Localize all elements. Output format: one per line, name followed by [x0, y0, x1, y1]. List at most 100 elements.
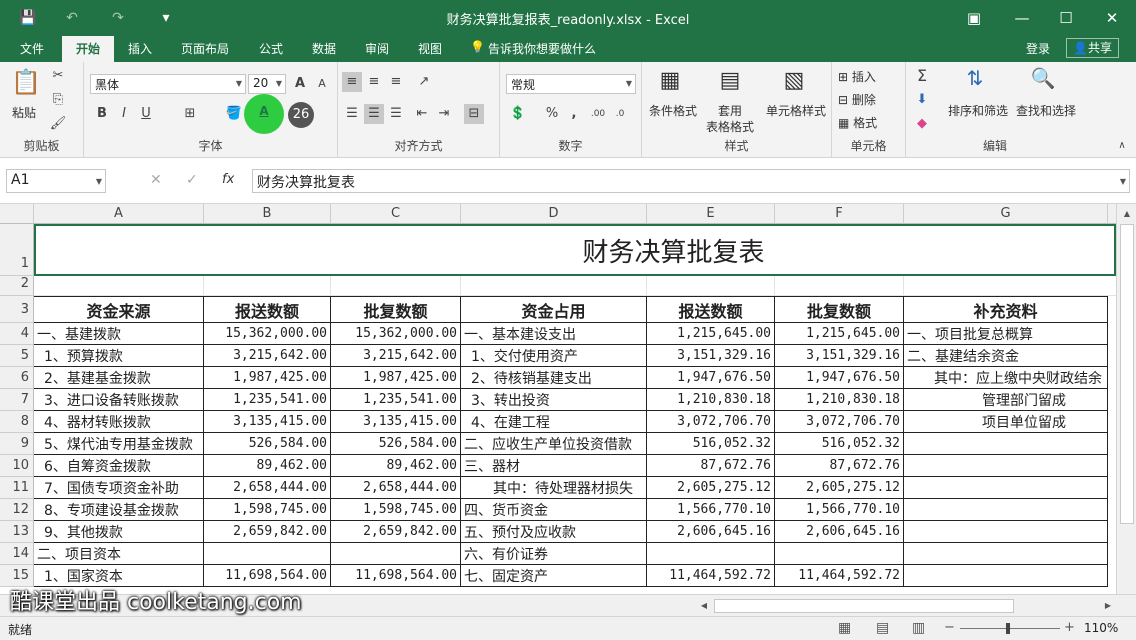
table-cell[interactable]	[331, 543, 461, 565]
table-cell[interactable]	[904, 565, 1108, 587]
table-cell[interactable]: 1,598,745.00	[331, 499, 461, 521]
sort-filter-button[interactable]: 排序和筛选	[944, 102, 1012, 119]
table-cell[interactable]: 一、项目批复总概算	[904, 323, 1108, 345]
column-header-g[interactable]: G	[904, 204, 1108, 224]
column-header-d[interactable]: D	[461, 204, 647, 224]
cell-styles-button[interactable]: 单元格样式	[760, 102, 832, 119]
table-cell[interactable]: 1,215,645.00	[775, 323, 904, 345]
table-cell[interactable]: 项目单位留成	[904, 411, 1108, 433]
table-cell[interactable]	[904, 455, 1108, 477]
table-cell[interactable]: 四、货币资金	[461, 499, 647, 521]
table-cell[interactable]: 1,566,770.10	[647, 499, 775, 521]
table-cell[interactable]: 3,215,642.00	[204, 345, 331, 367]
enter-icon[interactable]: ✓	[186, 172, 198, 188]
table-cell[interactable]	[647, 543, 775, 565]
table-cell[interactable]: 3、进口设备转账拨款	[34, 389, 204, 411]
table-cell[interactable]: 11,464,592.72	[647, 565, 775, 587]
column-header-h[interactable]	[1108, 204, 1116, 224]
tab-data[interactable]: 数据	[312, 40, 336, 57]
header-cell[interactable]: 批复数额	[331, 296, 461, 323]
table-cell[interactable]	[904, 521, 1108, 543]
table-cell[interactable]: 89,462.00	[204, 455, 331, 477]
sheet-title-cell[interactable]: 财务决算批复表	[34, 224, 1116, 276]
table-cell[interactable]: 2,605,275.12	[775, 477, 904, 499]
table-cell[interactable]: 3,072,706.70	[775, 411, 904, 433]
table-cell[interactable]: 六、有价证券	[461, 543, 647, 565]
tab-file[interactable]: 文件	[20, 40, 44, 57]
table-cell[interactable]: 2,658,444.00	[331, 477, 461, 499]
table-cell[interactable]	[204, 543, 331, 565]
delete-cells-button[interactable]: ⊟ 删除	[838, 91, 876, 108]
table-cell[interactable]: 4、器材转账拨款	[34, 411, 204, 433]
row-header[interactable]: 9	[0, 433, 34, 455]
header-cell[interactable]: 批复数额	[775, 296, 904, 323]
decrease-decimal-icon[interactable]: .0	[610, 104, 630, 124]
row-header[interactable]: 5	[0, 345, 34, 367]
row-header[interactable]: 12	[0, 499, 34, 521]
shrink-font-button[interactable]: A	[312, 74, 332, 94]
table-cell[interactable]: 15,362,000.00	[204, 323, 331, 345]
autosum-button[interactable]: Σ	[912, 66, 932, 86]
format-cells-button[interactable]: ▦ 格式	[838, 114, 877, 131]
ribbon-display-icon[interactable]: ▣	[962, 6, 986, 30]
table-cell[interactable]: 三、器材	[461, 455, 647, 477]
name-box[interactable]: A1 ▼	[6, 169, 106, 193]
align-center-icon[interactable]: ☰	[364, 104, 384, 124]
table-cell[interactable]: 2,605,275.12	[647, 477, 775, 499]
table-cell[interactable]: 1,987,425.00	[331, 367, 461, 389]
table-cell[interactable]	[775, 543, 904, 565]
select-all-corner[interactable]	[0, 204, 34, 224]
close-icon[interactable]: ✕	[1100, 6, 1124, 30]
row-header[interactable]: 14	[0, 543, 34, 565]
borders-icon[interactable]: ⊞	[180, 104, 200, 124]
table-cell[interactable]: 一、基本建设支出	[461, 323, 647, 345]
bold-button[interactable]: B	[92, 104, 112, 124]
find-select-button[interactable]: 查找和选择	[1012, 102, 1080, 119]
fill-color-icon[interactable]: 🪣	[224, 104, 244, 124]
table-cell[interactable]: 1,210,830.18	[647, 389, 775, 411]
table-cell[interactable]: 其中：待处理器材损失	[461, 477, 647, 499]
table-cell[interactable]: 8、专项建设基金拨款	[34, 499, 204, 521]
table-cell[interactable]: 1、预算拨款	[34, 345, 204, 367]
page-break-view-icon[interactable]: ▥	[912, 620, 925, 636]
format-painter-icon[interactable]: 🖌	[48, 114, 68, 134]
table-cell[interactable]: 1,566,770.10	[775, 499, 904, 521]
table-cell[interactable]: 516,052.32	[647, 433, 775, 455]
table-cell[interactable]: 2,658,444.00	[204, 477, 331, 499]
scroll-right-icon[interactable]: ▶	[1100, 599, 1116, 613]
conditional-format-button[interactable]: 条件格式	[646, 102, 700, 119]
row-header[interactable]: 2	[0, 276, 34, 296]
table-cell[interactable]: 二、应收生产单位投资借款	[461, 433, 647, 455]
table-cell[interactable]: 11,698,564.00	[331, 565, 461, 587]
table-cell[interactable]: 3,151,329.16	[775, 345, 904, 367]
font-name-combo[interactable]: 黑体 ▼	[90, 74, 246, 94]
vertical-scroll-thumb[interactable]	[1120, 224, 1134, 524]
tab-formulas[interactable]: 公式	[259, 40, 283, 57]
row-header[interactable]: 6	[0, 367, 34, 389]
paste-icon[interactable]: 📋	[10, 68, 42, 102]
table-cell[interactable]: 15,362,000.00	[331, 323, 461, 345]
table-cell[interactable]: 二、项目资本	[34, 543, 204, 565]
percent-button[interactable]: %	[542, 104, 562, 124]
table-cell[interactable]: 1,235,541.00	[204, 389, 331, 411]
header-cell[interactable]: 补充资料	[904, 296, 1108, 323]
horizontal-scroll-thumb[interactable]	[714, 599, 1014, 613]
insert-function-button[interactable]: fx	[222, 172, 234, 187]
header-cell[interactable]: 报送数额	[204, 296, 331, 323]
zoom-level[interactable]: 110%	[1084, 621, 1118, 635]
cancel-icon[interactable]: ✕	[150, 172, 162, 188]
column-header-b[interactable]: B	[204, 204, 331, 224]
font-size-combo[interactable]: 20 ▼	[248, 74, 286, 94]
table-cell[interactable]: 1,215,645.00	[647, 323, 775, 345]
grow-font-button[interactable]: A	[290, 74, 310, 94]
table-cell[interactable]: 七、固定资产	[461, 565, 647, 587]
share-button[interactable]: 👤共享	[1066, 38, 1119, 58]
normal-view-icon[interactable]: ▦	[838, 620, 851, 636]
table-cell[interactable]: 二、基建结余资金	[904, 345, 1108, 367]
table-cell[interactable]: 1、交付使用资产	[461, 345, 647, 367]
scroll-up-icon[interactable]: ▲	[1119, 206, 1135, 222]
table-cell[interactable]: 516,052.32	[775, 433, 904, 455]
align-top-icon[interactable]: ≡	[342, 72, 362, 92]
clear-icon[interactable]: ◆	[912, 114, 932, 134]
column-header-e[interactable]: E	[647, 204, 775, 224]
